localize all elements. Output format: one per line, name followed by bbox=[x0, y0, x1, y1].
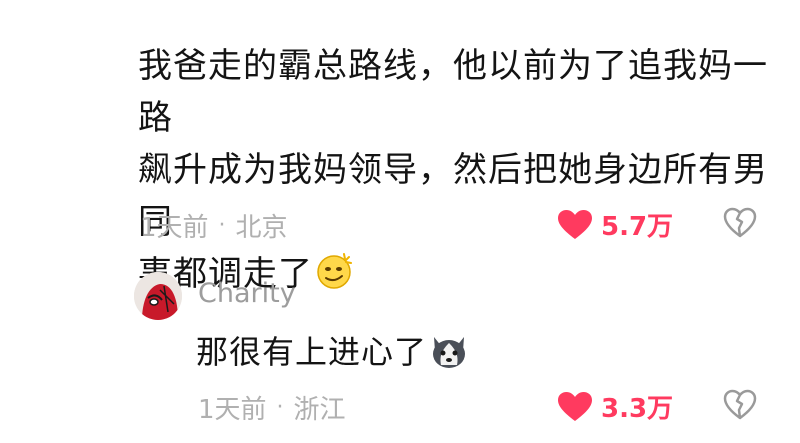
comment-line: 我爸走的霸总路线，他以前为了追我妈一路 bbox=[138, 46, 768, 138]
reply-meta: 1天前 · 浙江 bbox=[198, 389, 346, 426]
reply-text: 那很有上进心了 bbox=[196, 327, 469, 373]
spider-avatar-icon bbox=[134, 272, 182, 320]
comment-like-count: 5.7万 bbox=[601, 212, 674, 242]
reply-location: 浙江 bbox=[293, 395, 346, 425]
reply-like-button[interactable]: 3.3万 bbox=[557, 388, 673, 425]
heart-icon bbox=[558, 391, 592, 421]
comment-meta: 1天前 · 北京 bbox=[140, 207, 288, 244]
meta-separator: · bbox=[218, 213, 226, 238]
reply-like-count: 3.3万 bbox=[601, 394, 674, 424]
broken-heart-icon[interactable] bbox=[723, 389, 757, 421]
reply-time: 1天前 bbox=[198, 395, 267, 425]
smirk-sun-emoji-icon bbox=[317, 253, 352, 289]
heart-icon bbox=[558, 209, 592, 239]
reply-username[interactable]: Charity bbox=[198, 278, 296, 309]
comment-time: 1天前 bbox=[140, 213, 209, 243]
meta-separator: · bbox=[276, 395, 284, 420]
husky-dog-emoji-icon bbox=[433, 337, 466, 368]
comment-location: 北京 bbox=[235, 213, 288, 243]
broken-heart-icon[interactable] bbox=[723, 207, 757, 239]
avatar[interactable] bbox=[134, 272, 182, 320]
reply-text-content: 那很有上进心了 bbox=[196, 333, 428, 371]
comment-like-button[interactable]: 5.7万 bbox=[557, 206, 673, 243]
comment-text: 我爸走的霸总路线，他以前为了追我妈一路 飙升成为我妈领导，然后把她身边所有男同 … bbox=[138, 40, 778, 300]
